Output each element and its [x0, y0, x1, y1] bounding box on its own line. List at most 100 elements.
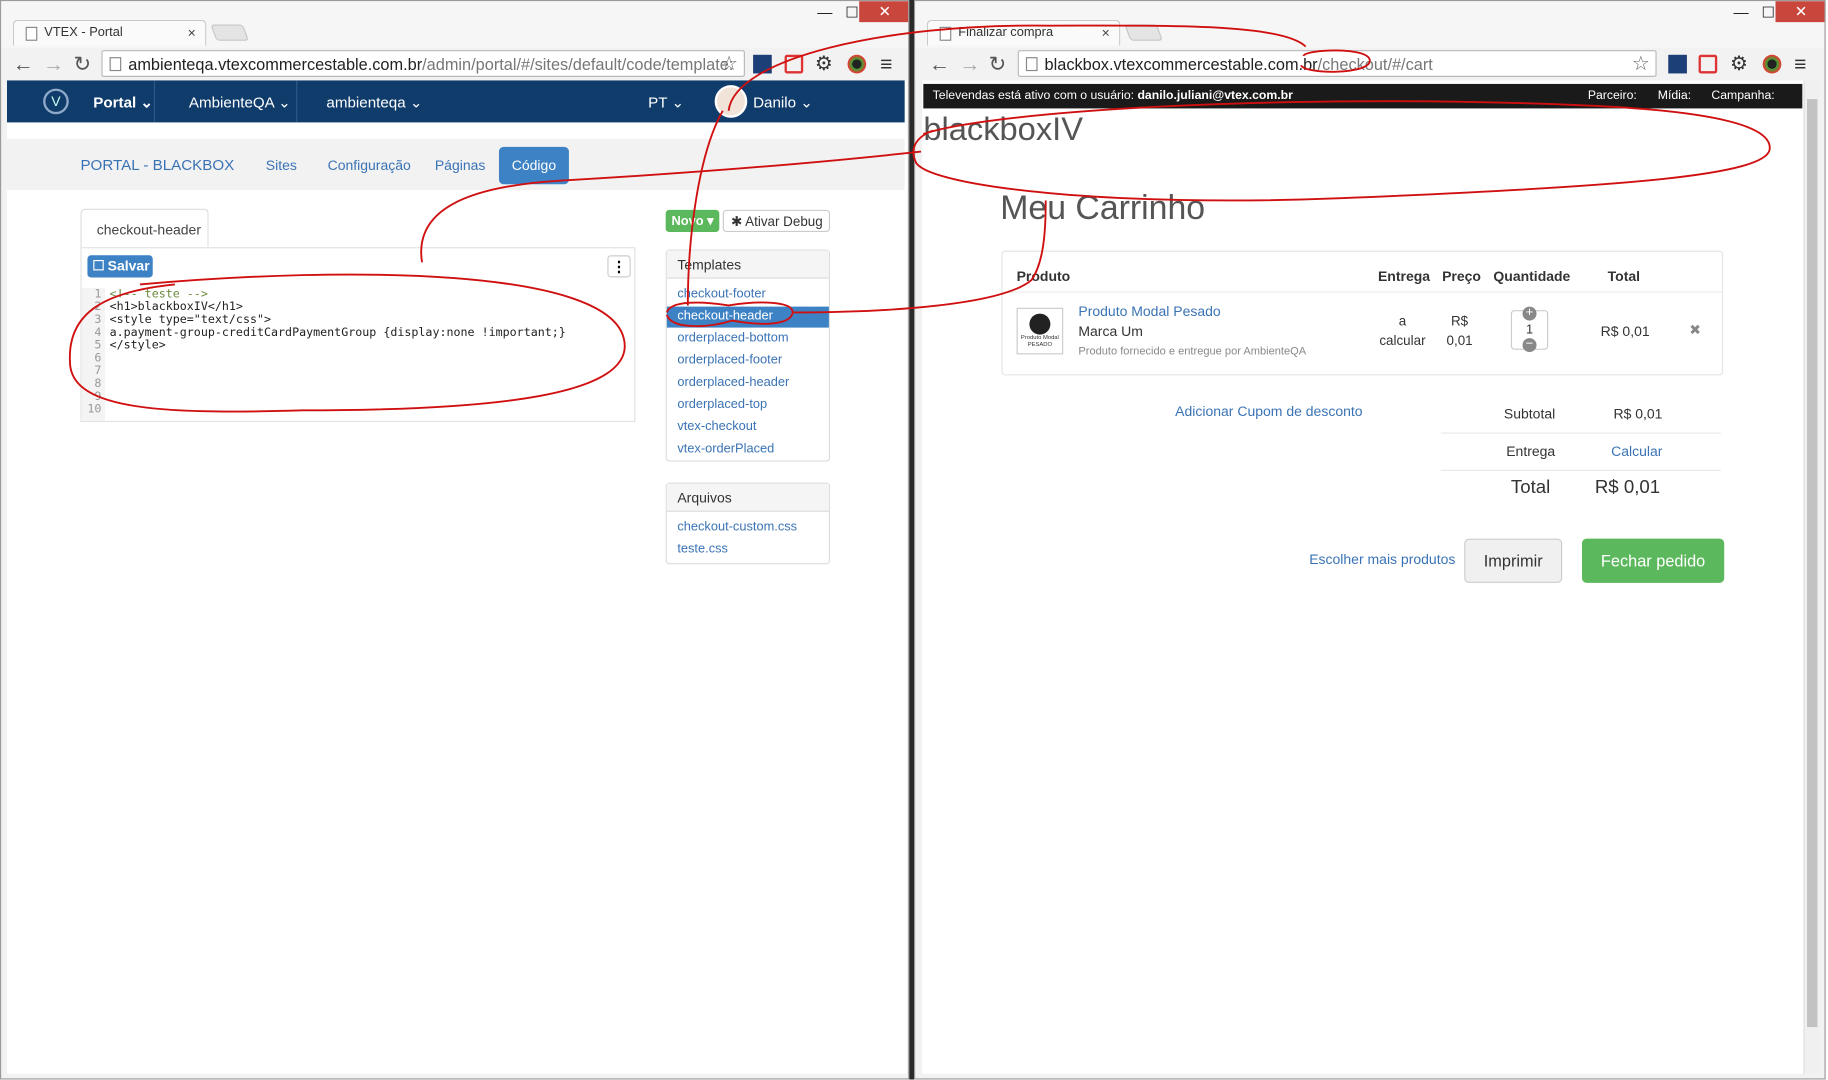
extension-color-icon[interactable]	[847, 54, 867, 74]
product-brand: Marca Um	[1078, 322, 1143, 340]
delivery-line: a	[1398, 314, 1407, 329]
extension-color-icon[interactable]	[1762, 54, 1782, 74]
print-button[interactable]: Imprimir	[1464, 538, 1563, 583]
editor-panel: Salvar ⋮ 1 2 3 4 5 6 7 8 9 10 <!-- teste…	[80, 247, 636, 423]
vertical-scrollbar[interactable]	[1803, 80, 1820, 1074]
template-orderplaced-footer[interactable]: orderplaced-footer	[677, 353, 782, 367]
bug-icon: ✱	[730, 215, 743, 230]
browser-tab-checkout[interactable]: Finalizar compra ×	[926, 19, 1121, 46]
brand-link[interactable]: PORTAL - BLACKBOX	[80, 156, 234, 173]
tab-close-icon[interactable]: ×	[188, 24, 196, 40]
scrollbar-thumb[interactable]	[1806, 99, 1818, 1028]
template-checkout-header-selected[interactable]: checkout-header	[666, 306, 829, 328]
file-checkout-custom-css[interactable]: checkout-custom.css	[677, 520, 797, 534]
coupon-link[interactable]: Adicionar Cupom de desconto	[1175, 403, 1362, 419]
store-menu[interactable]: AmbienteQA ⌄	[189, 93, 291, 112]
template-vtex-checkout[interactable]: vtex-checkout	[677, 420, 756, 434]
editor-options-button[interactable]: ⋮	[607, 255, 631, 278]
vtex-logo-icon[interactable]: V	[43, 88, 69, 115]
extension-vtex-icon[interactable]	[753, 54, 772, 74]
product-name-link[interactable]: Produto Modal Pesado	[1078, 303, 1220, 319]
debug-button[interactable]: ✱ Ativar Debug	[722, 209, 831, 232]
product-thumbnail[interactable]: Produto Modal PESADO	[1016, 307, 1064, 355]
nav-paginas[interactable]: Páginas	[435, 157, 486, 173]
quantity-minus-icon[interactable]: −	[1522, 337, 1537, 353]
nav-codigo[interactable]: Código	[498, 146, 569, 185]
url-path: /checkout/#/cart	[1317, 54, 1433, 74]
portal-menu[interactable]: Portal ⌄	[93, 93, 153, 112]
table-header-divider	[1002, 291, 1722, 293]
extension-red-icon[interactable]	[1698, 54, 1718, 74]
reload-icon[interactable]: ↻	[989, 52, 1007, 76]
settings-gear-icon[interactable]: ⚙	[815, 52, 833, 75]
extension-red-icon[interactable]	[784, 54, 804, 74]
quantity-value[interactable]: 1	[1526, 323, 1533, 337]
file-tab-label: checkout-header	[96, 221, 201, 238]
quantity-stepper[interactable]: + 1 −	[1510, 306, 1549, 353]
back-arrow-icon[interactable]: ←	[929, 52, 950, 76]
back-arrow-icon[interactable]: ←	[13, 52, 34, 76]
price-value: R$ 0,01	[1439, 312, 1481, 352]
browser-tab-vtex-portal[interactable]: VTEX - Portal ×	[12, 19, 207, 46]
page-icon	[939, 26, 952, 41]
template-checkout-footer[interactable]: checkout-footer	[677, 287, 765, 301]
line-number: 9	[94, 390, 102, 404]
address-bar[interactable]: ambienteqa.vtexcommercestable.com.br/adm…	[101, 50, 745, 77]
code-editor[interactable]: <!-- teste --> <h1>blackboxIV</h1> <styl…	[110, 288, 632, 421]
language-menu[interactable]: PT ⌄	[648, 93, 684, 112]
subtotal-value: R$ 0,01	[1613, 405, 1663, 423]
minimize-button[interactable]: —	[1734, 3, 1749, 20]
file-teste-css[interactable]: teste.css	[677, 542, 728, 556]
user-menu[interactable]: Danilo ⌄	[753, 93, 813, 112]
line-number: 6	[94, 352, 102, 365]
extension-vtex-icon[interactable]	[1668, 54, 1687, 74]
tab-close-icon[interactable]: ×	[1102, 24, 1110, 40]
televendas-bar: Televendas está ativo com o usuário: dan…	[923, 83, 1803, 109]
url-path: /admin/portal/#/sites/default/code/templ…	[422, 54, 734, 74]
template-vtex-orderplaced[interactable]: vtex-orderPlaced	[677, 442, 774, 456]
reload-icon[interactable]: ↻	[73, 52, 91, 76]
remove-item-icon[interactable]: ✖	[1689, 322, 1701, 338]
template-orderplaced-bottom[interactable]: orderplaced-bottom	[677, 331, 788, 345]
total-value: R$ 0,01	[1594, 477, 1661, 498]
bookmark-star-icon[interactable]: ☆	[720, 52, 738, 75]
debug-label: Ativar Debug	[745, 215, 823, 230]
place-order-button[interactable]: Fechar pedido	[1581, 538, 1725, 583]
page-title: Meu Carrinho	[1000, 190, 1206, 228]
more-products-link[interactable]: Escolher mais produtos	[1309, 551, 1455, 567]
avatar[interactable]	[714, 85, 748, 118]
shipping-calculate-link[interactable]: Calcular	[1611, 443, 1662, 459]
line-number: 2	[94, 300, 102, 314]
window-close-button[interactable]: ✕	[1775, 1, 1825, 23]
forward-arrow-icon[interactable]: →	[43, 52, 64, 76]
maximize-button[interactable]: ☐	[1762, 3, 1776, 22]
tab-strip: VTEX - Portal × — ☐ ✕	[1, 1, 909, 48]
menu-icon[interactable]: ≡	[1794, 52, 1806, 76]
save-button[interactable]: Salvar	[87, 255, 153, 278]
new-button[interactable]: Novo ▾	[665, 209, 720, 232]
window-close-button[interactable]: ✕	[859, 1, 909, 23]
col-total: Total	[1607, 268, 1641, 285]
address-bar[interactable]: blackbox.vtexcommercestable.com.br/check…	[1017, 50, 1657, 77]
tab-strip: Finalizar compra × — ☐ ✕	[915, 1, 1825, 48]
template-label: checkout-header	[677, 308, 773, 323]
template-orderplaced-header[interactable]: orderplaced-header	[677, 375, 789, 389]
new-tab-button[interactable]	[210, 24, 249, 41]
forward-arrow-icon[interactable]: →	[959, 52, 980, 76]
template-orderplaced-top[interactable]: orderplaced-top	[677, 398, 767, 412]
nav-configuracao[interactable]: Configuração	[328, 157, 411, 173]
new-tab-button[interactable]	[1124, 24, 1163, 41]
quantity-plus-icon[interactable]: +	[1522, 306, 1537, 321]
editor-file-tab[interactable]: checkout-header	[80, 208, 209, 249]
thumb-caption: Produto Modal PESADO	[1020, 334, 1059, 349]
bookmark-star-icon[interactable]: ☆	[1632, 52, 1650, 75]
nav-sites[interactable]: Sites	[266, 157, 297, 173]
menu-icon[interactable]: ≡	[880, 52, 892, 76]
settings-gear-icon[interactable]: ⚙	[1730, 52, 1748, 75]
caret-down-icon: ▾	[707, 214, 714, 229]
account-menu[interactable]: ambienteqa ⌄	[326, 93, 422, 112]
maximize-button[interactable]: ☐	[845, 3, 859, 22]
code-line: <style type="text/css">	[109, 313, 272, 327]
templates-panel: Templates checkout-footer checkout-heade…	[665, 249, 831, 462]
minimize-button[interactable]: —	[817, 3, 832, 20]
